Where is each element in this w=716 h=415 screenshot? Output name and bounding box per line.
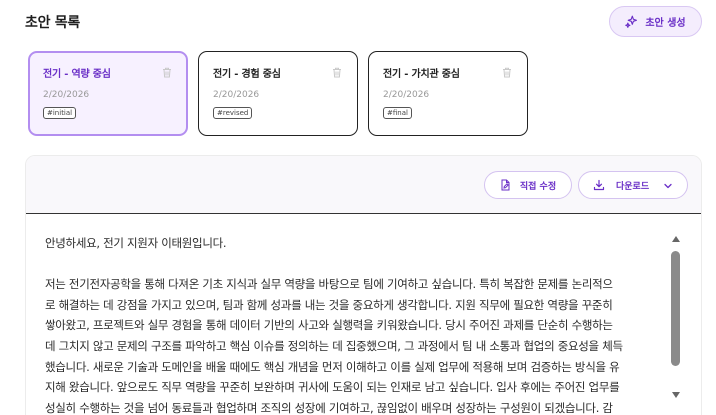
draft-viewer-panel: 직접 수정 다운로드 안녕하세요, 전기 지원자 이태원입니다. 저는 전기전자… <box>25 155 702 415</box>
body-line: 저는 전기전자공학을 통해 다져온 기초 지식과 실무 역량을 바탕으로 팀에 … <box>45 277 613 292</box>
draft-card[interactable]: 전기 - 가치관 중심 2/20/2026 #final <box>368 51 528 136</box>
draft-card[interactable]: 전기 - 경험 중심 2/20/2026 #revised <box>198 51 358 136</box>
body-line: 로 해결하는 데 강점을 가지고 있으며, 팀과 함께 성과를 내는 것을 중요… <box>45 297 613 312</box>
draft-tag: #initial <box>43 107 77 119</box>
body-line: 했습니다. 새로운 기술과 도메인을 배울 때에도 핵심 개념을 먼저 이해하고… <box>45 359 620 374</box>
draft-date: 2/20/2026 <box>213 90 260 100</box>
draft-tag: #final <box>383 107 412 119</box>
trash-icon[interactable] <box>502 67 512 78</box>
download-icon <box>593 179 605 191</box>
content-scrollbar[interactable] <box>669 236 683 401</box>
generate-draft-label: 초안 생성 <box>645 18 686 29</box>
direct-edit-button[interactable]: 직접 수정 <box>484 171 572 199</box>
sparkle-icon <box>625 15 638 28</box>
trash-icon[interactable] <box>332 67 342 78</box>
direct-edit-label: 직접 수정 <box>519 181 557 192</box>
file-edit-icon <box>501 179 510 191</box>
body-line: 지해 왔습니다. 앞으로도 직무 역량을 꾸준히 보완하며 귀사에 도움이 되는… <box>45 380 620 395</box>
greeting-line: 안녕하세요, 전기 지원자 이태원입니다. <box>45 236 227 250</box>
draft-tag: #revised <box>213 107 253 119</box>
scroll-down-arrow[interactable] <box>672 392 680 398</box>
trash-icon[interactable] <box>162 67 172 78</box>
page-title: 초안 목록 <box>25 15 80 31</box>
generate-draft-button[interactable]: 초안 생성 <box>609 6 702 37</box>
draft-date: 2/20/2026 <box>383 90 430 100</box>
draft-card[interactable]: 전기 - 역량 중심 2/20/2026 #initial <box>28 51 188 136</box>
body-line: 쌓아왔고, 프로젝트와 실무 경험을 통해 데이터 기반의 사고와 실행력을 키… <box>45 318 613 333</box>
viewer-toolbar: 직접 수정 다운로드 <box>26 156 701 214</box>
draft-content[interactable]: 안녕하세요, 전기 지원자 이태원입니다. 저는 전기전자공학을 통해 다져온 … <box>45 233 665 415</box>
chevron-down-icon <box>664 183 672 189</box>
download-button[interactable]: 다운로드 <box>578 171 688 199</box>
body-line: 성실히 수행하는 것을 넘어 동료들과 협업하며 조직의 성장에 기여하고, 끊… <box>45 400 613 415</box>
download-label: 다운로드 <box>616 181 650 192</box>
body-line: 데 그치지 않고 문제의 구조를 파악하고 핵심 이슈를 정의하는 데 집중했으… <box>45 338 623 353</box>
scroll-thumb[interactable] <box>671 251 680 366</box>
draft-date: 2/20/2026 <box>43 90 90 100</box>
scroll-up-arrow[interactable] <box>672 236 680 242</box>
